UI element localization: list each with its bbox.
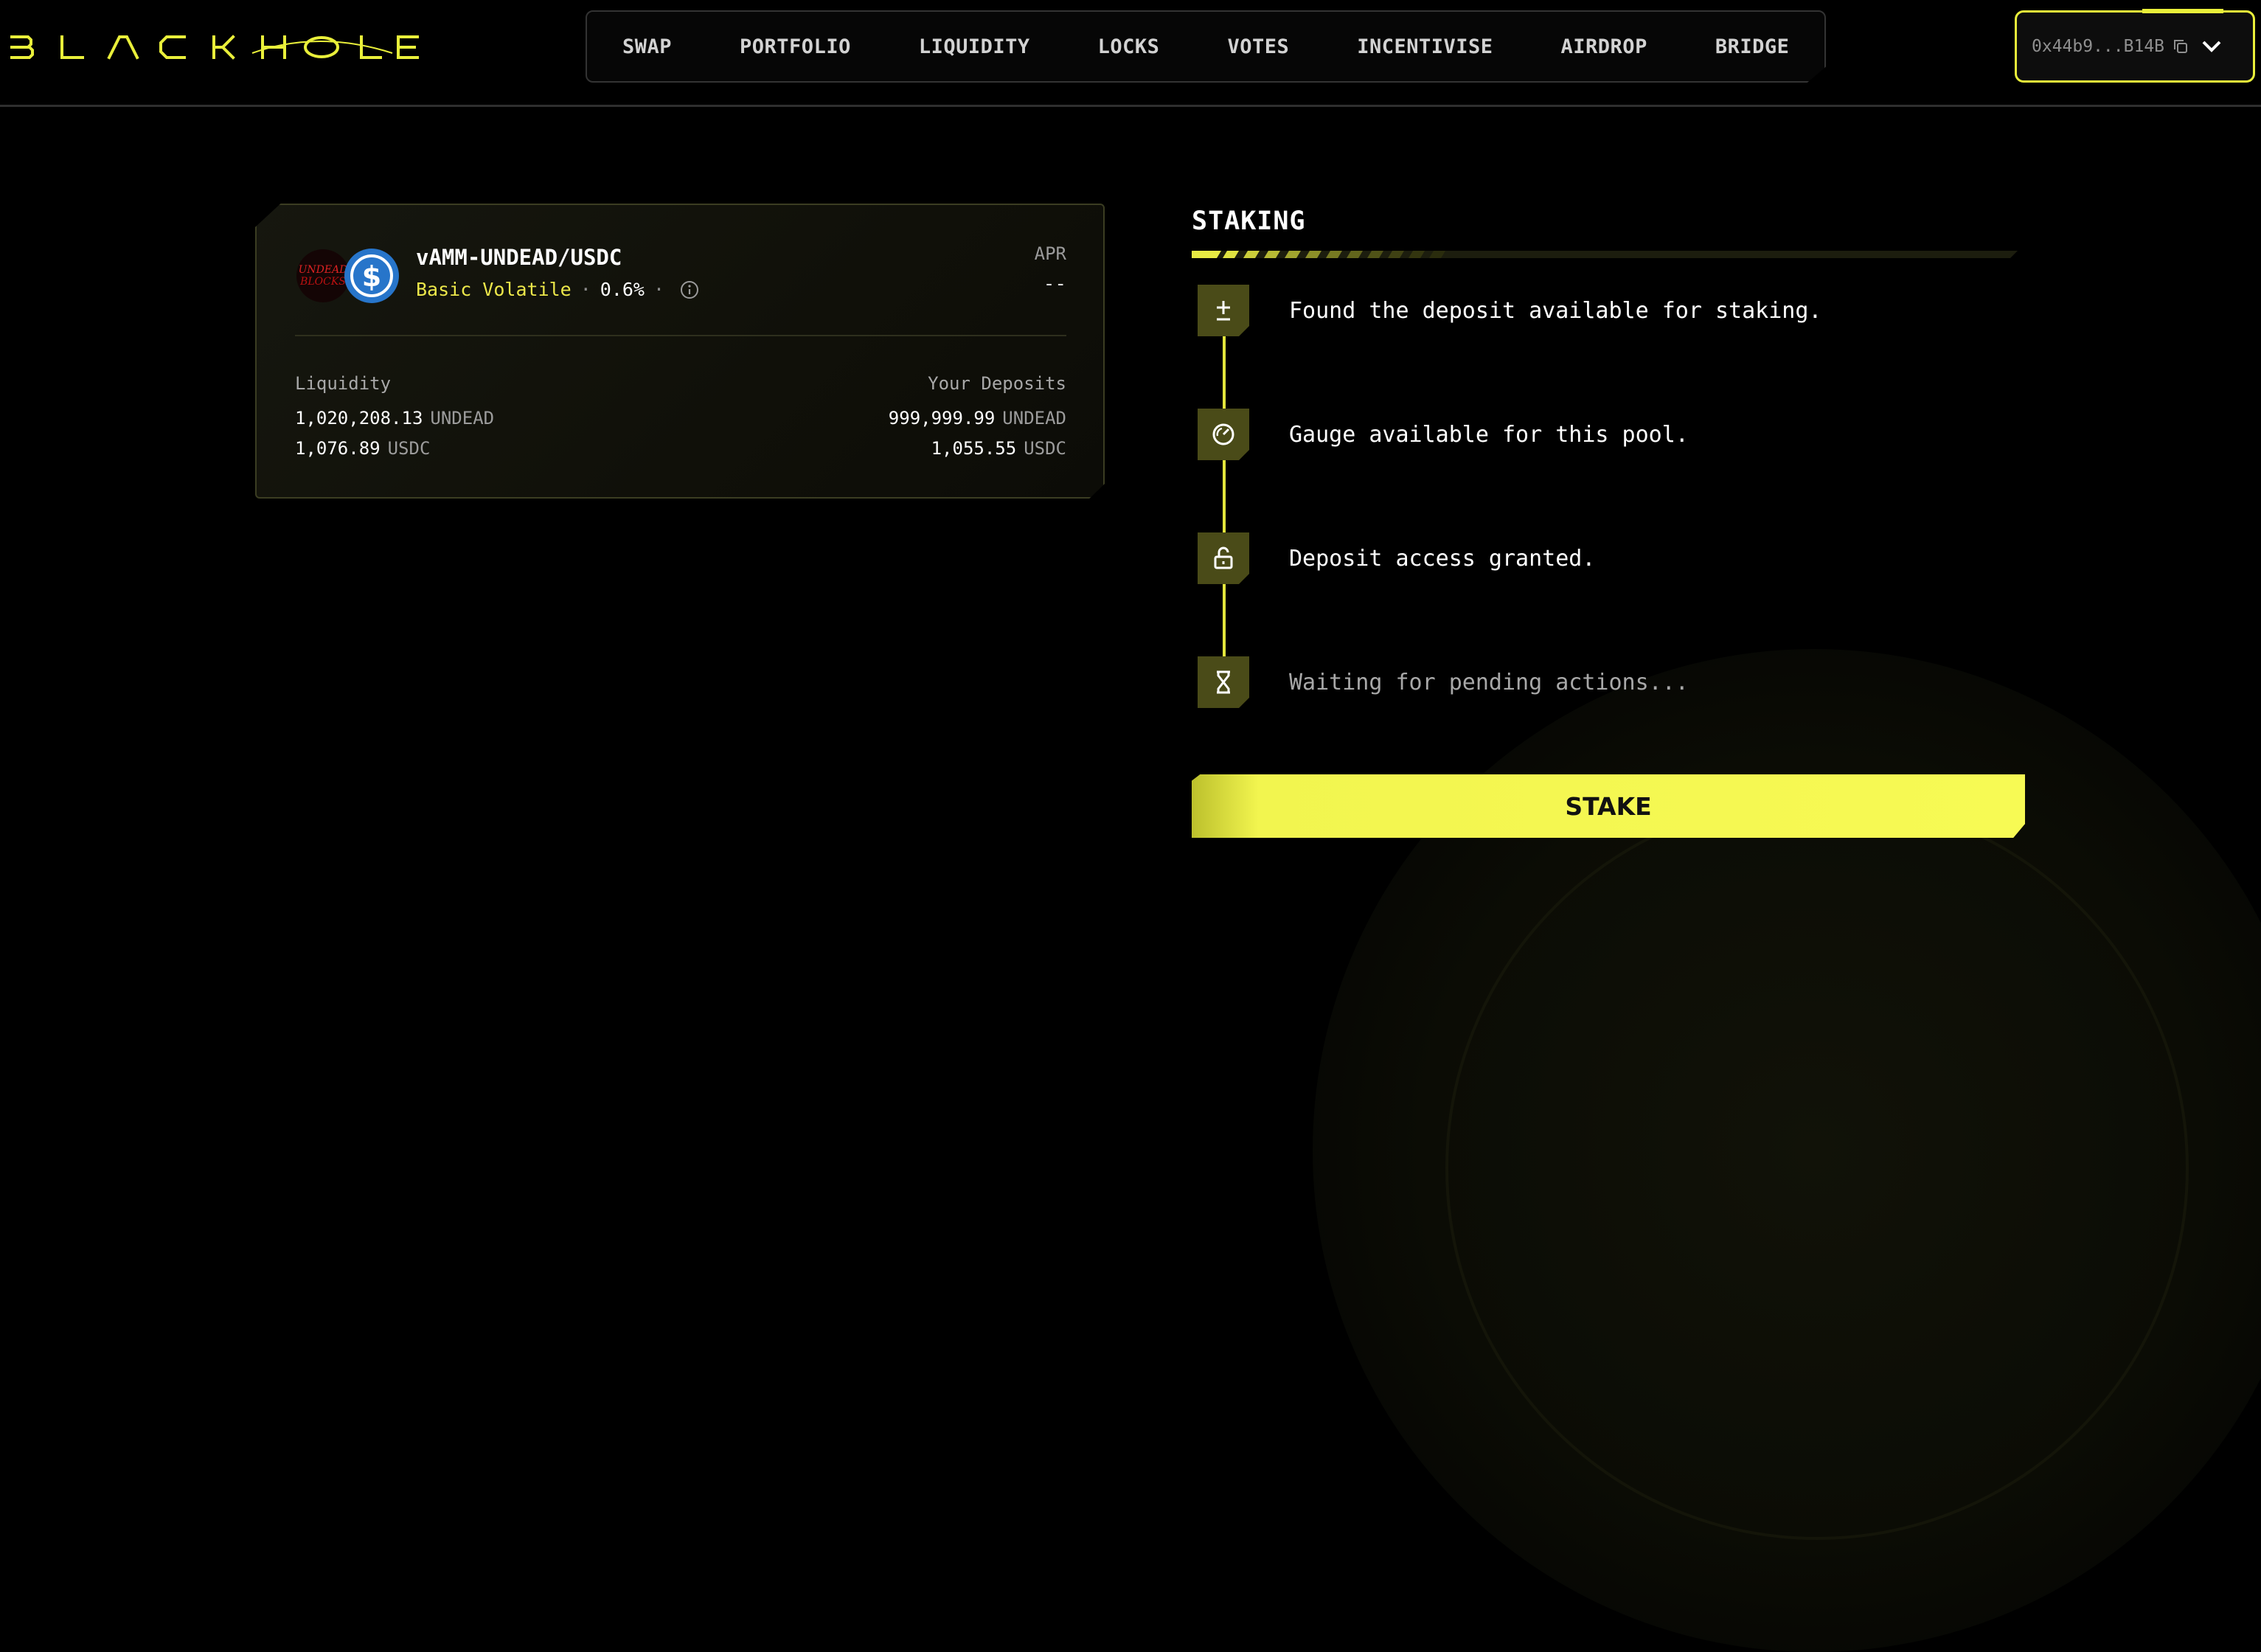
top-header: SWAP PORTFOLIO LIQUIDITY LOCKS VOTES INC… (0, 0, 2261, 107)
nav-item-locks[interactable]: LOCKS (1098, 35, 1160, 58)
liquidity-row-undead: 1,020,208.13 UNDEAD (295, 408, 494, 428)
staking-step-gauge: Gauge available for this pool. (1198, 409, 2156, 463)
wallet-button[interactable]: 0x44b9...B14B (2015, 9, 2255, 83)
pool-type: Basic Volatile (416, 279, 572, 300)
deposit-row-undead: 999,999.99 UNDEAD (889, 408, 1066, 428)
wallet-address: 0x44b9...B14B (2032, 37, 2165, 56)
liquidity-amount: 1,076.89 (295, 438, 381, 459)
deposit-symbol: USDC (1024, 438, 1066, 459)
nav-item-airdrop[interactable]: AIRDROP (1561, 35, 1647, 58)
nav-item-portfolio[interactable]: PORTFOLIO (740, 35, 851, 58)
staking-step-deposit-found: Found the deposit available for staking. (1198, 285, 2156, 339)
info-icon[interactable] (679, 280, 700, 300)
blackhole-logo[interactable] (9, 32, 422, 62)
deposits-label: Your Deposits (928, 373, 1066, 394)
pool-fee: 0.6% (600, 279, 645, 300)
staking-progress-bar (1192, 251, 2018, 258)
separator-dot: · (580, 279, 591, 300)
step-text: Found the deposit available for staking. (1289, 298, 1822, 324)
card-divider (295, 335, 1066, 336)
unlock-icon (1198, 532, 1249, 584)
step-text: Waiting for pending actions... (1289, 670, 1689, 695)
nav-item-incentivise[interactable]: INCENTIVISE (1357, 35, 1493, 58)
step-connector (1223, 584, 1226, 656)
pool-card: UNDEAD BLOCKS $ vAMM-UNDEAD/USDC Basic V… (255, 204, 1105, 499)
liquidity-row-usdc: 1,076.89 USDC (295, 438, 430, 459)
step-connector (1223, 336, 1226, 409)
svg-text:BLOCKS: BLOCKS (299, 276, 346, 288)
svg-text:$: $ (362, 260, 381, 293)
liquidity-label: Liquidity (295, 373, 392, 394)
plus-minus-icon (1198, 285, 1249, 336)
step-connector (1223, 460, 1226, 532)
apr-value: -- (1043, 273, 1066, 295)
liquidity-amount: 1,020,208.13 (295, 408, 423, 428)
staking-step-access: Deposit access granted. (1198, 532, 2156, 587)
nav-item-swap[interactable]: SWAP (622, 35, 672, 58)
deposit-symbol: UNDEAD (1002, 408, 1066, 428)
nav-item-liquidity[interactable]: LIQUIDITY (919, 35, 1030, 58)
chevron-down-icon[interactable] (2198, 33, 2225, 60)
usdc-token-icon: $ (344, 249, 399, 303)
liquidity-symbol: UNDEAD (430, 408, 495, 428)
pool-meta: Basic Volatile · 0.6% · (416, 279, 700, 300)
stake-button[interactable]: STAKE (1192, 774, 2025, 838)
deposit-row-usdc: 1,055.55 USDC (931, 438, 1066, 459)
gauge-icon (1198, 409, 1249, 460)
separator-dot: · (653, 279, 665, 300)
copy-icon[interactable] (2172, 38, 2189, 55)
step-text: Deposit access granted. (1289, 546, 1596, 572)
main-nav: SWAP PORTFOLIO LIQUIDITY LOCKS VOTES INC… (586, 10, 1826, 83)
staking-step-pending: Waiting for pending actions... (1198, 656, 2156, 711)
pool-pair-name[interactable]: vAMM-UNDEAD/USDC (416, 245, 622, 270)
apr-label: APR (1034, 243, 1066, 264)
svg-text:UNDEAD: UNDEAD (299, 264, 348, 276)
token-pair-icons: UNDEAD BLOCKS $ (296, 249, 399, 303)
staking-title: STAKING (1192, 206, 1306, 236)
deposit-amount: 999,999.99 (888, 408, 996, 428)
step-text: Gauge available for this pool. (1289, 422, 1689, 448)
deposit-amount: 1,055.55 (931, 438, 1017, 459)
hourglass-icon (1198, 656, 1249, 708)
undead-token-icon: UNDEAD BLOCKS (296, 249, 350, 302)
background-ring (1445, 796, 2189, 1540)
nav-item-votes[interactable]: VOTES (1227, 35, 1289, 58)
liquidity-symbol: USDC (387, 438, 431, 459)
nav-item-bridge[interactable]: BRIDGE (1715, 35, 1790, 58)
